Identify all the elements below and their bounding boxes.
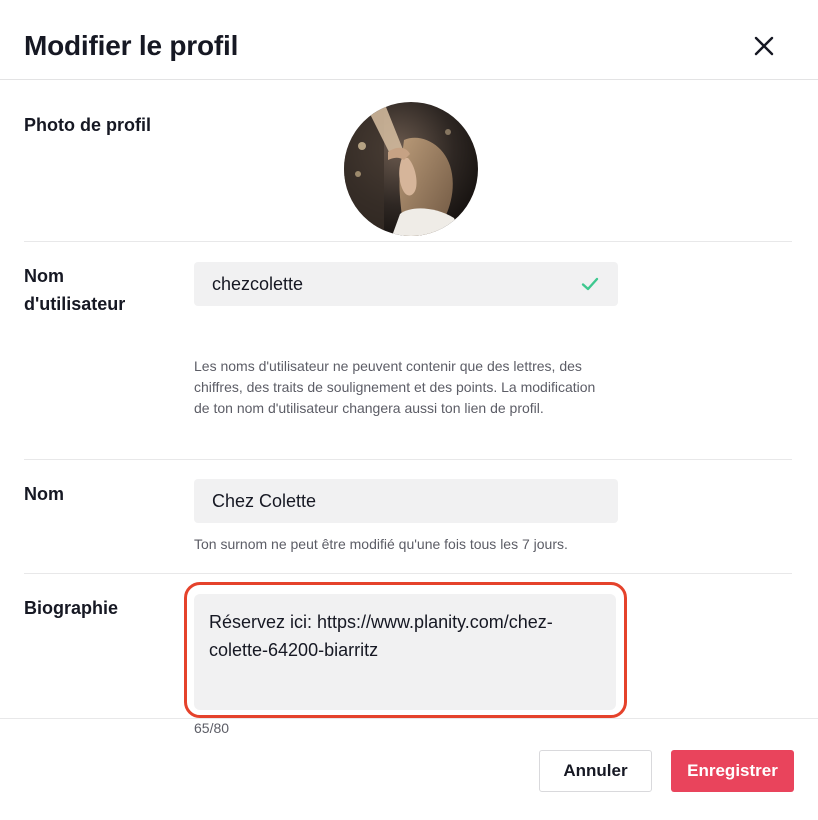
profile-photo-label: Photo de profil	[24, 115, 151, 135]
save-button[interactable]: Enregistrer	[671, 750, 794, 792]
bio-counter: 65/80	[194, 720, 230, 736]
dialog-title: Modifier le profil	[24, 30, 239, 61]
username-hint: Les noms d'utilisateur ne peuvent conten…	[194, 358, 596, 416]
check-icon	[581, 277, 599, 291]
name-value: Chez Colette	[212, 490, 317, 511]
avatar-photo	[344, 102, 478, 236]
dialog-header: Modifier le profil	[0, 0, 818, 80]
bio-label: Biographie	[24, 598, 119, 618]
name-field[interactable]: Chez Colette	[194, 479, 618, 523]
username-field[interactable]: chezcolette	[194, 262, 618, 306]
name-label: Nom	[24, 484, 64, 504]
username-label-line2: d'utilisateur	[24, 294, 126, 314]
close-icon	[754, 36, 774, 56]
bio-textarea[interactable]: Réservez ici: https://www.planity.com/ch…	[194, 594, 616, 710]
username-label-line1: Nom	[24, 266, 64, 286]
username-value: chezcolette	[212, 273, 304, 294]
close-button[interactable]	[748, 30, 780, 62]
avatar[interactable]	[344, 102, 478, 236]
cancel-button[interactable]: Annuler	[539, 750, 652, 792]
username-label: Nom d'utilisateur	[24, 262, 125, 318]
name-hint: Ton surnom ne peut être modifié qu'une f…	[194, 536, 568, 552]
